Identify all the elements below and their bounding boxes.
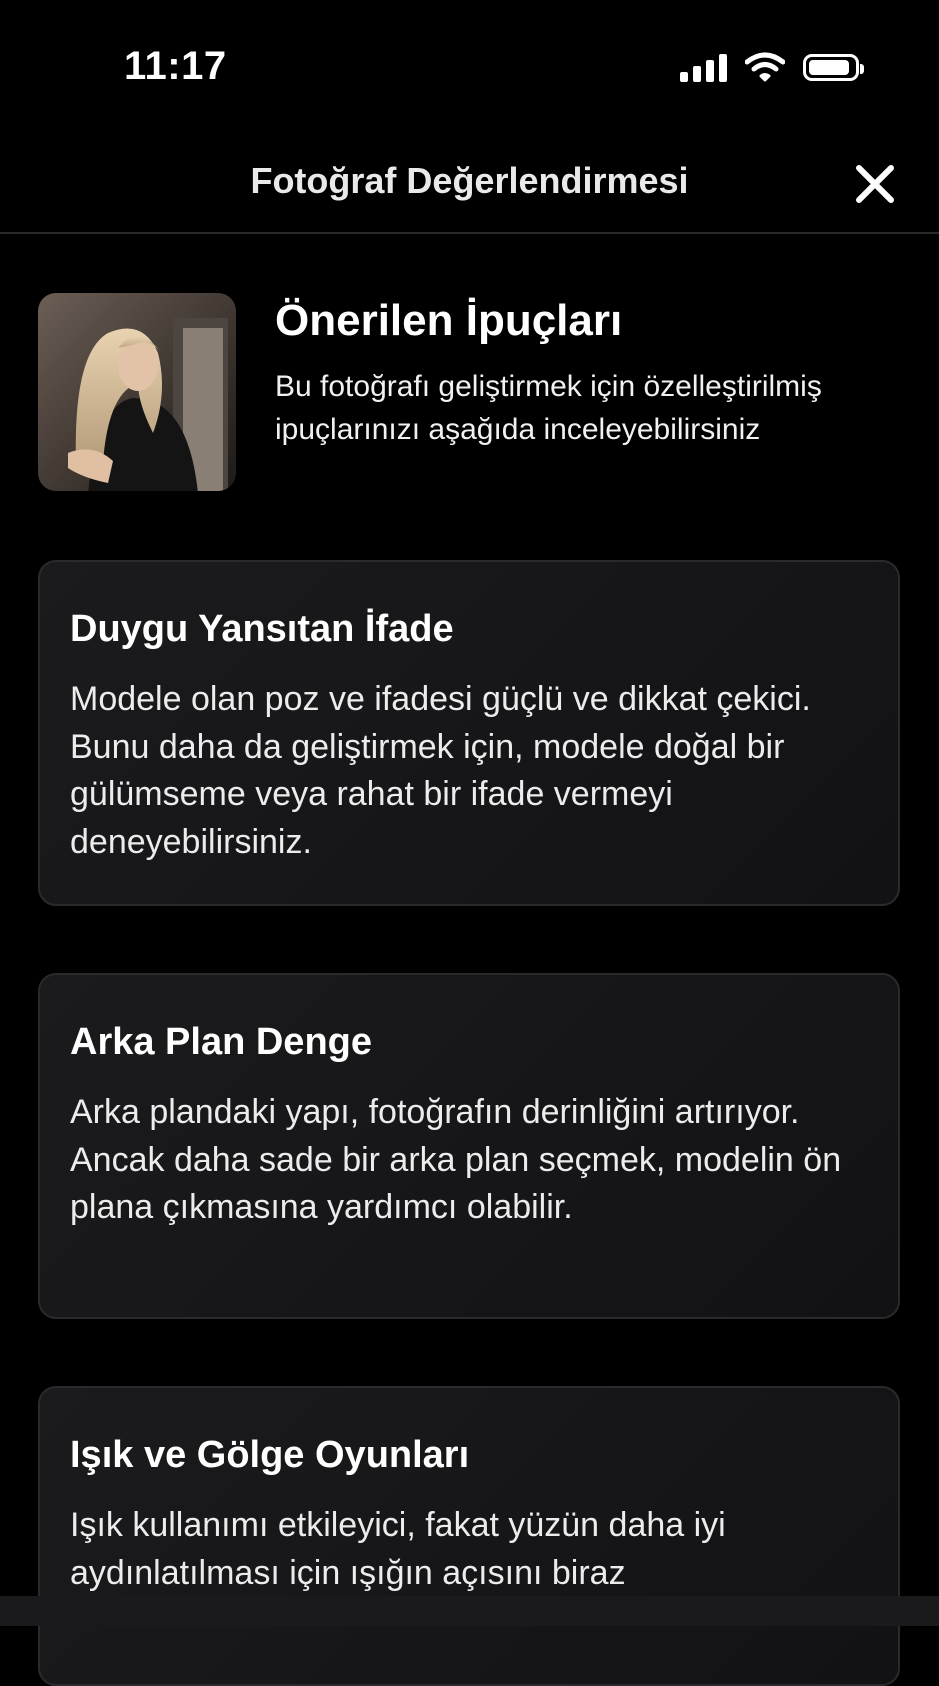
tip-body: Modele olan poz ve ifadesi güçlü ve dikk…	[70, 680, 811, 861]
status-icons	[680, 52, 864, 82]
tip-title: Işık ve Gölge Oyunları	[70, 1434, 470, 1476]
header: Fotoğraf Değerlendirmesi	[0, 140, 939, 234]
intro-title: Önerilen İpuçları	[275, 296, 623, 345]
tip-card: Arka Plan Denge Arka plandaki yapı, foto…	[38, 973, 900, 1319]
tip-card: Duygu Yansıtan İfade Modele olan poz ve …	[38, 560, 900, 906]
close-button[interactable]	[851, 160, 899, 208]
cellular-signal-icon	[680, 52, 727, 82]
status-bar: 11:17	[0, 0, 939, 130]
bottom-bar	[0, 1596, 939, 1626]
photo-thumbnail[interactable]	[38, 293, 236, 491]
intro-description: Bu fotoğrafı geliştirmek için özelleştir…	[275, 370, 822, 446]
intro-section: Önerilen İpuçları Bu fotoğrafı geliştirm…	[38, 293, 908, 493]
page-title: Fotoğraf Değerlendirmesi	[250, 160, 689, 201]
tip-title: Arka Plan Denge	[70, 1021, 372, 1063]
tip-body: Işık kullanımı etkileyici, fakat yüzün d…	[70, 1506, 726, 1592]
wifi-icon	[745, 52, 785, 82]
status-time: 11:17	[124, 44, 227, 88]
portrait-image	[38, 293, 236, 491]
tip-title: Duygu Yansıtan İfade	[70, 608, 454, 650]
battery-icon	[803, 53, 864, 81]
close-icon	[856, 165, 894, 203]
tip-card: Işık ve Gölge Oyunları Işık kullanımı et…	[38, 1386, 900, 1686]
tip-body: Arka plandaki yapı, fotoğrafın derinliği…	[70, 1093, 842, 1226]
